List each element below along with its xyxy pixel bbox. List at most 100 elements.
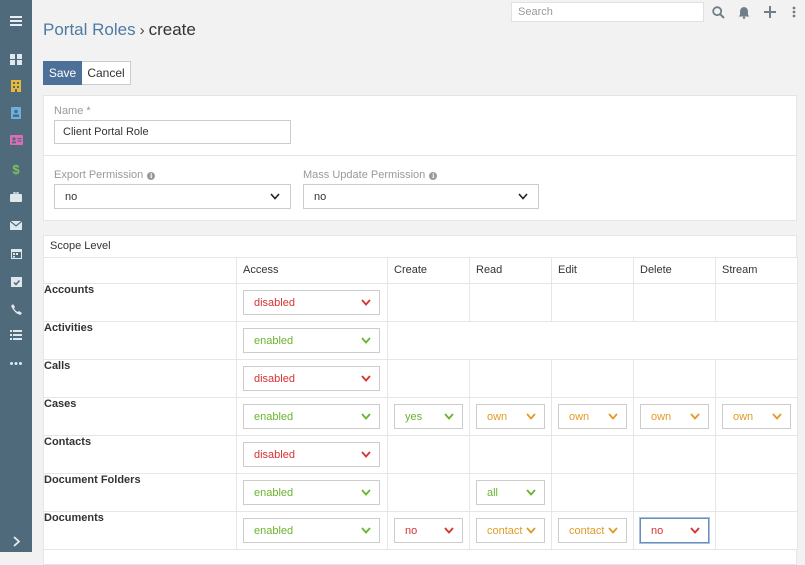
read-value: contact bbox=[487, 524, 523, 537]
dashboard-icon[interactable] bbox=[0, 46, 32, 72]
page-title: Portal Roles › create bbox=[43, 20, 196, 40]
access-cell: enabled bbox=[236, 321, 388, 360]
edit-cell bbox=[551, 359, 634, 398]
scope-table: Access Create Read Edit Delete Stream Ac… bbox=[43, 257, 798, 550]
delete-value: own bbox=[651, 410, 672, 423]
access-select[interactable]: enabled bbox=[243, 404, 380, 429]
search-icon[interactable] bbox=[709, 3, 727, 21]
access-select[interactable]: disabled bbox=[243, 290, 380, 315]
access-cell: disabled bbox=[236, 435, 388, 474]
delete-cell: no bbox=[633, 511, 716, 550]
entity-name: Calls bbox=[43, 359, 237, 398]
read-cell bbox=[469, 283, 552, 322]
calendar-icon[interactable] bbox=[0, 240, 32, 266]
stream-cell bbox=[715, 283, 798, 322]
stream-select[interactable]: own bbox=[722, 404, 791, 429]
building-icon[interactable] bbox=[0, 73, 32, 99]
chevron-down-icon bbox=[526, 527, 536, 534]
info-icon[interactable]: i bbox=[429, 172, 438, 180]
export-permission-select[interactable]: no bbox=[54, 184, 291, 209]
edit-cell: own bbox=[551, 397, 634, 436]
chevron-down-icon bbox=[772, 413, 782, 420]
chevron-down-icon bbox=[608, 413, 618, 420]
info-icon[interactable]: i bbox=[147, 172, 156, 180]
save-button[interactable]: Save bbox=[43, 61, 82, 85]
mass-update-permission-select[interactable]: no bbox=[303, 184, 539, 209]
entity-name: Cases bbox=[43, 397, 237, 436]
breadcrumb-portal-roles[interactable]: Portal Roles bbox=[43, 20, 136, 39]
chevron-down-icon bbox=[361, 527, 371, 534]
more-icon[interactable] bbox=[0, 350, 32, 376]
phone-icon[interactable] bbox=[0, 296, 32, 322]
column-header-delete: Delete bbox=[633, 257, 716, 284]
column-header-create: Create bbox=[387, 257, 470, 284]
create-cell bbox=[387, 283, 470, 322]
access-select[interactable]: disabled bbox=[243, 442, 380, 467]
menu-icon[interactable] bbox=[0, 8, 32, 34]
cancel-button[interactable]: Cancel bbox=[82, 61, 131, 85]
task-list-icon[interactable] bbox=[0, 322, 32, 348]
read-value: own bbox=[487, 410, 508, 423]
access-value: enabled bbox=[254, 486, 294, 499]
scope-level-heading: Scope Level bbox=[50, 240, 111, 252]
delete-value: no bbox=[651, 524, 664, 537]
entity-name: Document Folders bbox=[43, 473, 237, 512]
column-header-entity bbox=[43, 257, 237, 284]
entity-name: Documents bbox=[43, 511, 237, 550]
edit-value: own bbox=[569, 410, 590, 423]
chevron-down-icon bbox=[361, 413, 371, 420]
name-input[interactable] bbox=[54, 120, 291, 144]
column-header-access: Access bbox=[236, 257, 388, 284]
id-card-icon[interactable] bbox=[0, 127, 32, 153]
briefcase-icon[interactable] bbox=[0, 184, 32, 210]
entity-name: Activities bbox=[43, 321, 237, 360]
create-cell bbox=[387, 473, 470, 512]
access-select[interactable]: disabled bbox=[243, 366, 380, 391]
access-select[interactable]: enabled bbox=[243, 480, 380, 505]
mass-update-permission-label: Mass Update Permission i bbox=[303, 169, 438, 181]
permissions-panel: Export Permission i no Mass Update Permis… bbox=[43, 155, 797, 221]
read-value: all bbox=[487, 486, 499, 499]
edit-select[interactable]: contact bbox=[558, 518, 627, 543]
access-value: disabled bbox=[254, 448, 295, 461]
chevron-right-icon[interactable] bbox=[0, 528, 32, 554]
mass-update-permission-value: no bbox=[314, 190, 327, 203]
dollar-icon[interactable]: $ bbox=[0, 156, 32, 182]
stream-cell: own bbox=[715, 397, 798, 436]
delete-select[interactable]: own bbox=[640, 404, 709, 429]
read-cell: all bbox=[469, 473, 552, 512]
chevron-down-icon bbox=[444, 413, 454, 420]
table-row: Activities enabled bbox=[43, 321, 798, 360]
stream-cell bbox=[715, 511, 798, 550]
read-select[interactable]: contact bbox=[476, 518, 545, 543]
access-select[interactable]: enabled bbox=[243, 518, 380, 543]
calendar-check-icon[interactable] bbox=[0, 268, 32, 294]
chevron-down-icon bbox=[361, 299, 371, 306]
access-select[interactable]: enabled bbox=[243, 328, 380, 353]
access-cell: disabled bbox=[236, 283, 388, 322]
chevron-down-icon bbox=[444, 527, 454, 534]
bell-icon[interactable] bbox=[735, 3, 753, 21]
create-select[interactable]: no bbox=[394, 518, 463, 543]
read-select[interactable]: all bbox=[476, 480, 545, 505]
create-select[interactable]: yes bbox=[394, 404, 463, 429]
chevron-down-icon bbox=[361, 337, 371, 344]
menu-dropdown-icon[interactable] bbox=[785, 3, 803, 21]
search-input[interactable] bbox=[511, 2, 704, 22]
delete-select[interactable]: no bbox=[640, 518, 709, 543]
table-row: Accounts disabled bbox=[43, 283, 798, 322]
read-select[interactable]: own bbox=[476, 404, 545, 429]
access-cell: enabled bbox=[236, 511, 388, 550]
envelope-icon[interactable] bbox=[0, 212, 32, 238]
plus-icon[interactable] bbox=[761, 3, 779, 21]
access-value: enabled bbox=[254, 334, 294, 347]
table-row: Calls disabled bbox=[43, 359, 798, 398]
access-value: disabled bbox=[254, 372, 295, 385]
edit-select[interactable]: own bbox=[558, 404, 627, 429]
scope-table-header: Access Create Read Edit Delete Stream bbox=[43, 257, 798, 284]
read-cell: contact bbox=[469, 511, 552, 550]
create-cell: no bbox=[387, 511, 470, 550]
contact-card-icon[interactable] bbox=[0, 100, 32, 126]
access-cell: enabled bbox=[236, 397, 388, 436]
read-cell: own bbox=[469, 397, 552, 436]
